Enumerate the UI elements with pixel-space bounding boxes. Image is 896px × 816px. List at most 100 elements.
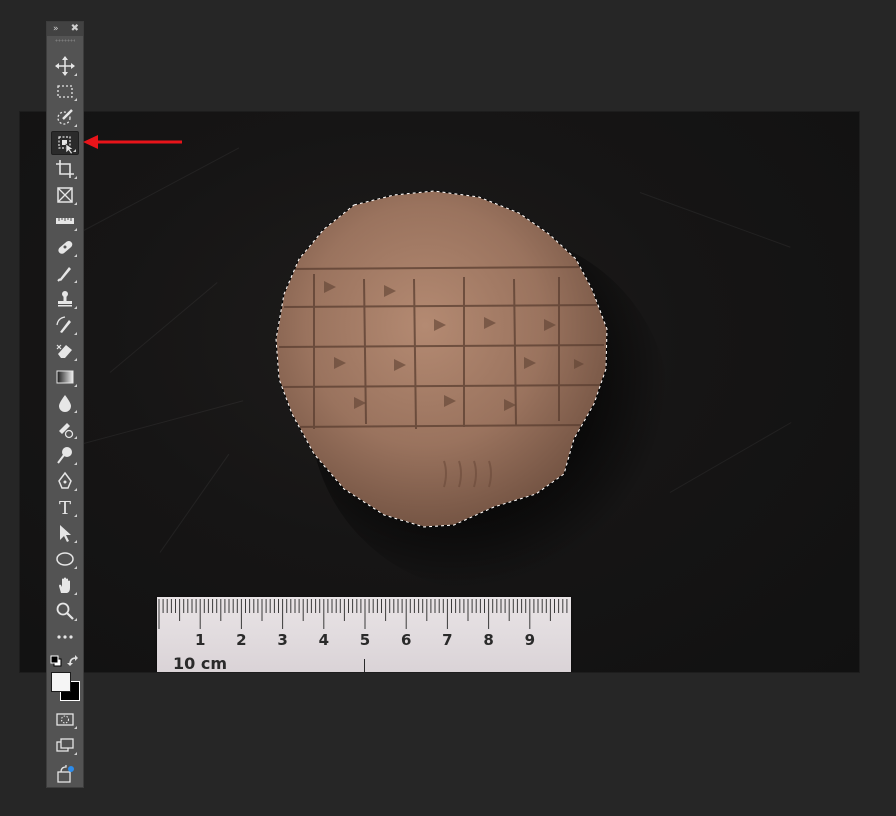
gradient-tool[interactable] (51, 365, 79, 389)
toolbar-grip[interactable] (55, 39, 75, 42)
submenu-indicator (74, 488, 77, 491)
scratch (639, 192, 791, 248)
edit-toolbar[interactable] (51, 625, 79, 649)
brush-tool[interactable] (51, 261, 79, 285)
default-colors-icon[interactable] (50, 655, 62, 667)
quick-mask-button[interactable] (51, 707, 79, 731)
pen-icon (58, 471, 72, 489)
rect-marquee-icon (57, 85, 73, 98)
ruler-icon (56, 218, 74, 224)
submenu-indicator (74, 410, 77, 413)
submenu-indicator (74, 124, 77, 127)
move-icon (55, 56, 75, 76)
svg-text:T: T (59, 498, 71, 517)
marquee-tool[interactable] (51, 79, 79, 103)
ruler-number: 4 (318, 631, 330, 649)
workspace: 1 2 3 4 5 6 7 8 9 10 cm » ✖ T (0, 0, 896, 816)
foreground-color-swatch[interactable] (51, 672, 71, 692)
dodge-tool[interactable] (51, 443, 79, 467)
submenu-indicator (73, 149, 76, 152)
gradient-icon (56, 370, 74, 384)
submenu-indicator (74, 306, 77, 309)
scratch (109, 282, 218, 373)
drop-icon (59, 395, 71, 412)
hand-icon (59, 577, 70, 593)
ruler-number: 9 (524, 631, 536, 649)
sponge-icon (59, 423, 74, 439)
bandage-icon (58, 240, 73, 254)
frame-tool[interactable] (51, 183, 79, 207)
ellipse-icon (56, 552, 74, 566)
submenu-indicator (74, 752, 77, 755)
stamp-tool[interactable] (51, 287, 79, 311)
ruler-number: 3 (277, 631, 288, 649)
quick-selection-tool[interactable] (51, 105, 79, 129)
submenu-indicator (74, 540, 77, 543)
pen-tool[interactable] (51, 469, 79, 493)
ruler-number: 8 (483, 631, 494, 649)
screen-mode-button[interactable] (51, 733, 79, 757)
ruler-number: 5 (359, 631, 371, 649)
submenu-indicator (74, 566, 77, 569)
dodge-icon (57, 447, 72, 464)
eraser-tool[interactable] (51, 339, 79, 363)
swap-colors-icon[interactable] (67, 654, 81, 668)
ruler-tool[interactable] (51, 209, 79, 233)
cuneiform-tablet-image (275, 190, 608, 528)
submenu-indicator (74, 176, 77, 179)
scale-ruler: 1 2 3 4 5 6 7 8 9 10 cm (157, 597, 571, 672)
more-icon (57, 635, 73, 639)
quick-selection-icon (57, 109, 73, 125)
scratch (159, 453, 230, 553)
path-selection-tool[interactable] (51, 521, 79, 545)
submenu-indicator (74, 462, 77, 465)
eraser-icon (56, 344, 72, 358)
submenu-indicator (74, 358, 77, 361)
annotation-arrow (83, 135, 182, 149)
submenu-indicator (74, 73, 77, 76)
submenu-indicator (74, 254, 77, 257)
submenu-indicator (74, 436, 77, 439)
ruler-unit-label: 10 cm (173, 654, 227, 672)
history-brush-tool[interactable] (51, 313, 79, 337)
move-tool[interactable] (51, 54, 79, 78)
brush-icon (57, 267, 71, 282)
share-icon (57, 765, 74, 783)
zoom-icon (56, 602, 74, 620)
arrow-cursor-icon (60, 525, 71, 542)
zoom-tool[interactable] (51, 599, 79, 623)
hand-tool[interactable] (51, 573, 79, 597)
submenu-indicator (74, 384, 77, 387)
type-tool[interactable]: T (51, 495, 79, 519)
history-brush-icon (56, 316, 71, 333)
object-selection-tool[interactable] (51, 131, 79, 155)
blur-tool[interactable] (51, 391, 79, 415)
document-canvas[interactable]: 1 2 3 4 5 6 7 8 9 10 cm (20, 112, 859, 672)
submenu-indicator (74, 592, 77, 595)
ruler-number: 7 (442, 631, 453, 649)
submenu-indicator (74, 98, 77, 101)
submenu-indicator (74, 514, 77, 517)
scratch (79, 147, 240, 233)
submenu-indicator (74, 280, 77, 283)
tools-panel[interactable]: » ✖ T (46, 21, 84, 788)
healing-brush-tool[interactable] (51, 235, 79, 259)
ruler-number: 6 (400, 631, 412, 649)
submenu-indicator (74, 202, 77, 205)
type-icon: T (59, 498, 71, 517)
sponge-tool[interactable] (51, 417, 79, 441)
share-image-button[interactable] (51, 762, 79, 786)
ellipse-tool[interactable] (51, 547, 79, 571)
ruler-number: 2 (236, 631, 247, 649)
collapse-panel-button[interactable]: » (53, 22, 58, 36)
toolbar-header[interactable]: » ✖ (47, 22, 83, 36)
close-panel-button[interactable]: ✖ (71, 22, 79, 36)
crop-icon (56, 160, 74, 178)
submenu-indicator (74, 228, 77, 231)
scratch (669, 422, 792, 493)
submenu-indicator (74, 618, 77, 621)
crop-tool[interactable] (51, 157, 79, 181)
submenu-indicator (74, 332, 77, 335)
ruler-center-mark (364, 659, 365, 672)
submenu-indicator (74, 726, 77, 729)
